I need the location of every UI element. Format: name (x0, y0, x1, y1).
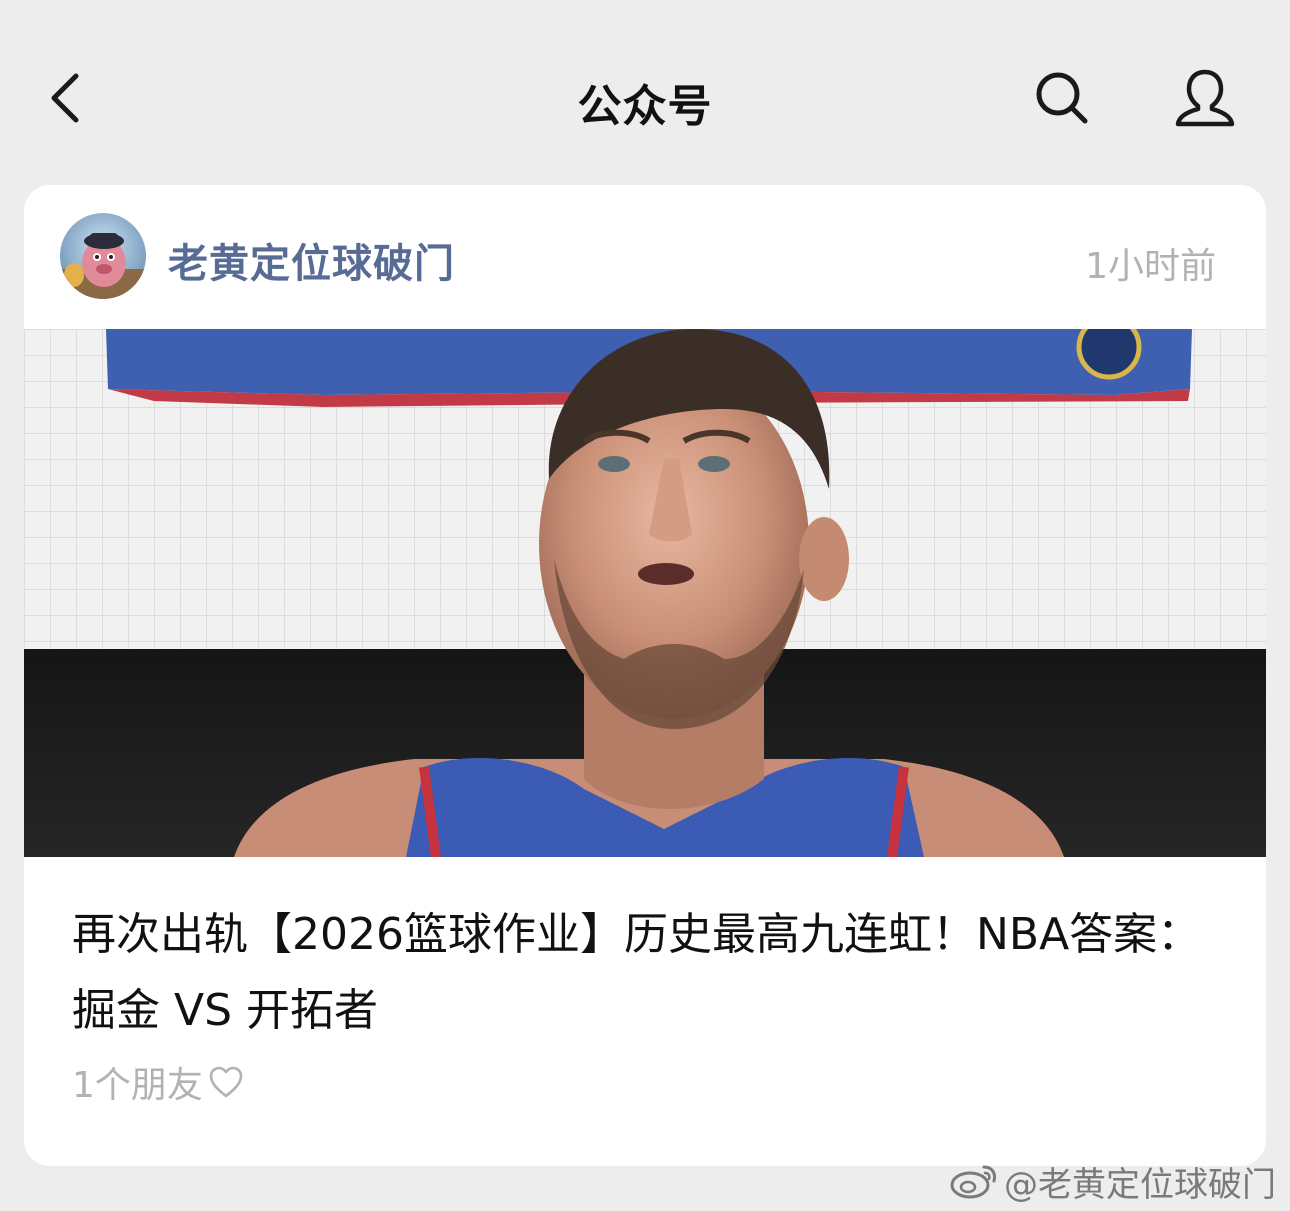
watermark-text: @老黄定位球破门 (1004, 1164, 1276, 1205)
avatar[interactable] (60, 213, 146, 299)
account-name[interactable]: 老黄定位球破门 (168, 231, 455, 289)
heart-outline-icon (209, 1066, 243, 1098)
profile-button[interactable] (1170, 66, 1240, 130)
top-nav-bar: 公众号 (0, 0, 1290, 190)
player-photo (24, 329, 1266, 857)
article-card[interactable]: 老黄定位球破门 1小时前 再次出轨【2026篮球作业】历史最高九连虹！NBA答案… (24, 185, 1266, 1166)
user-icon (1175, 69, 1235, 127)
search-icon (1036, 72, 1088, 124)
friends-count: 1个朋友 (72, 1065, 203, 1106)
friends-liked-row: 1个朋友 (72, 1057, 245, 1107)
article-cover-image[interactable] (24, 329, 1266, 857)
page-title: 公众号 (577, 81, 713, 132)
cartoon-avatar-image (60, 213, 146, 299)
card-header: 老黄定位球破门 1小时前 (24, 185, 1266, 329)
article-title[interactable]: 再次出轨【2026篮球作业】历史最高九连虹！NBA答案：掘金 VS 开拓者 (72, 897, 1222, 1049)
post-timestamp: 1小时前 (1085, 246, 1216, 287)
watermark: @老黄定位球破门 (948, 1158, 1276, 1205)
search-button[interactable] (1030, 66, 1094, 130)
weibo-logo-icon (950, 1165, 996, 1199)
